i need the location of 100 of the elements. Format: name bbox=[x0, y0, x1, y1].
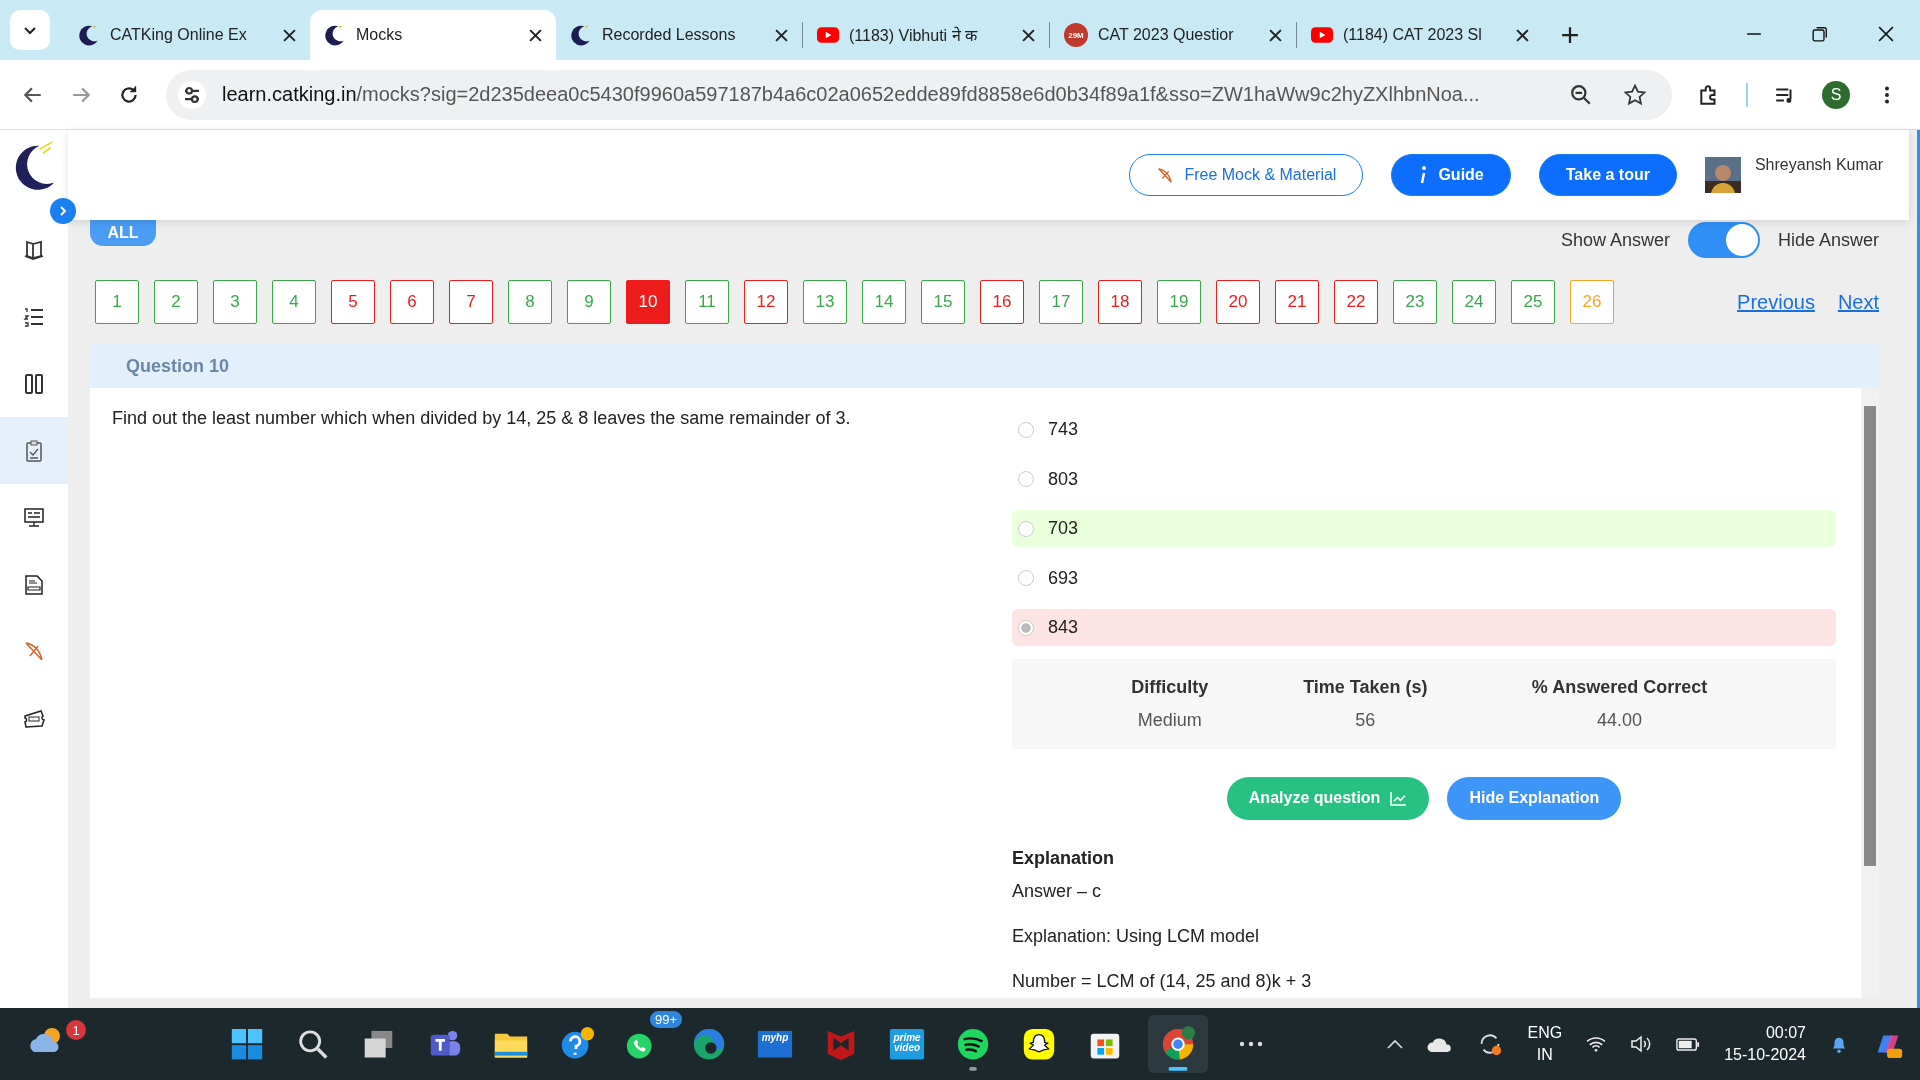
stat-label: % Answered Correct bbox=[1531, 676, 1708, 698]
answer-toggle[interactable] bbox=[1687, 222, 1760, 258]
notification-badge: 99+ bbox=[649, 1011, 682, 1028]
answer-option[interactable]: 803 bbox=[1012, 460, 1836, 498]
zoom-icon[interactable] bbox=[1570, 83, 1592, 106]
stat-label: Difficulty bbox=[1131, 676, 1209, 698]
radio-button[interactable] bbox=[1018, 619, 1034, 636]
question-number[interactable]: 20 bbox=[1216, 280, 1260, 324]
close-icon[interactable] bbox=[283, 28, 296, 42]
question-number[interactable]: 21 bbox=[1275, 280, 1319, 324]
more-icon[interactable] bbox=[1238, 1040, 1264, 1048]
bow-icon bbox=[1156, 166, 1175, 184]
address-field[interactable]: learn.catking.in/mocks?sig=2d235deea0c5430f9960a597187b4a6c02a0652edde89fd8858e6d0b34f89a1f&sso=ZW1haWw9c2hyZXlhbnNoa... bbox=[166, 69, 1672, 120]
filter-pill[interactable]: ALL bbox=[90, 220, 156, 246]
question-number[interactable]: 8 bbox=[508, 280, 552, 324]
answer-option[interactable]: 693 bbox=[1012, 559, 1836, 597]
columns-icon bbox=[22, 371, 46, 396]
app-logo-text: prime video bbox=[892, 1033, 922, 1053]
answer-option[interactable]: 843 bbox=[1012, 609, 1836, 646]
question-number[interactable]: 19 bbox=[1157, 280, 1201, 324]
question-number[interactable]: 7 bbox=[449, 280, 493, 324]
header-button[interactable]: Take a tour bbox=[1538, 154, 1677, 196]
toggle-label: Show Answer bbox=[1560, 229, 1670, 251]
header-button[interactable]: Free Mock & Material bbox=[1129, 154, 1364, 196]
explanation-text: Number = LCM of (14, 25 and 8)k + 3 bbox=[1012, 969, 1313, 993]
radio-button[interactable] bbox=[1018, 520, 1034, 537]
explanation-text: Explanation: Using LCM model bbox=[1012, 924, 1261, 948]
radio-button[interactable] bbox=[1018, 471, 1034, 487]
browser-tab[interactable]: Mocks bbox=[310, 10, 556, 60]
url-text: learn.catking.in/mocks?sig=2d235deea0c5430f9960a597187b4a6c02a0652edde89fd8858e6d0b34f89a1f&sso=ZW1haWw9c2hyZXlhbnNoa... bbox=[222, 83, 1481, 106]
question-number[interactable]: 9 bbox=[567, 280, 611, 324]
question-number[interactable]: 1 bbox=[95, 280, 139, 324]
browser-tab[interactable]: (1184) CAT 2023 Sl bbox=[1297, 10, 1543, 60]
tab-title: (1184) CAT 2023 Sl bbox=[1343, 26, 1483, 44]
browser-tab[interactable]: Recorded Lessons bbox=[556, 10, 802, 60]
header-button[interactable]: Guide bbox=[1391, 154, 1511, 196]
close-icon[interactable] bbox=[529, 28, 542, 42]
question-number[interactable]: 5 bbox=[331, 280, 375, 324]
question-number[interactable]: 22 bbox=[1334, 280, 1378, 324]
question-text: Find out the least number which when divided by 14, 25 & 8 leaves the same remainder of 3. bbox=[112, 408, 852, 429]
hide-explanation-button[interactable]: Hide Explanation bbox=[1447, 776, 1622, 820]
question-number[interactable]: 6 bbox=[390, 280, 434, 324]
info-icon bbox=[1418, 165, 1429, 185]
question-number[interactable]: 4 bbox=[272, 280, 316, 324]
answer-option[interactable]: 703 bbox=[1012, 510, 1836, 547]
user-avatar bbox=[1704, 157, 1741, 193]
question-number[interactable]: 15 bbox=[921, 280, 965, 324]
radio-button[interactable] bbox=[1018, 421, 1034, 438]
close-icon[interactable] bbox=[1269, 28, 1282, 42]
close-icon[interactable] bbox=[775, 28, 788, 42]
question-number[interactable]: 14 bbox=[862, 280, 906, 324]
tab-title: Mocks bbox=[356, 26, 404, 44]
question-number[interactable]: 13 bbox=[803, 280, 847, 324]
question-number[interactable]: 23 bbox=[1393, 280, 1437, 324]
question-number[interactable]: 12 bbox=[744, 280, 788, 324]
radio-button[interactable] bbox=[1018, 570, 1034, 586]
question-number[interactable]: 3 bbox=[213, 280, 257, 324]
browser-tab[interactable]: (1183) Vibhuti ने क bbox=[803, 10, 1049, 60]
question-number[interactable]: 11 bbox=[685, 280, 729, 324]
question-number[interactable]: 10 bbox=[626, 280, 670, 324]
restore-icon[interactable] bbox=[1812, 26, 1828, 42]
answer-option[interactable]: 743 bbox=[1012, 411, 1836, 448]
explanation-heading: Explanation bbox=[1012, 847, 1115, 869]
browser-tab[interactable]: CATKing Online Ex bbox=[64, 10, 310, 60]
question-number[interactable]: 17 bbox=[1039, 280, 1083, 324]
tab-title: CATKing Online Ex bbox=[110, 26, 248, 44]
analyze-button[interactable]: Analyze question bbox=[1226, 776, 1430, 820]
close-icon[interactable] bbox=[1878, 26, 1894, 42]
close-icon[interactable] bbox=[1022, 28, 1035, 42]
crescent-icon bbox=[570, 24, 592, 46]
site-settings-icon[interactable] bbox=[178, 80, 206, 109]
play-icon bbox=[817, 24, 839, 46]
question-number[interactable]: 24 bbox=[1452, 280, 1496, 324]
tab-title: (1183) Vibhuti ने क bbox=[849, 25, 979, 46]
speaker-icon[interactable] bbox=[1630, 1035, 1653, 1053]
clock[interactable]: 00:07 15-10-2024 bbox=[1724, 1022, 1806, 1066]
next-link[interactable]: Next bbox=[1837, 290, 1879, 314]
expand-sidebar-button[interactable] bbox=[50, 198, 76, 224]
browser-tab[interactable]: 29M CAT 2023 Questior bbox=[1050, 10, 1296, 60]
bookmark-star-icon[interactable] bbox=[1624, 83, 1646, 106]
wifi-icon[interactable] bbox=[1586, 1036, 1607, 1052]
question-number[interactable]: 16 bbox=[980, 280, 1024, 324]
question-number[interactable]: 18 bbox=[1098, 280, 1142, 324]
chevron-up-icon[interactable] bbox=[1387, 1039, 1404, 1049]
language-indicator[interactable]: ENG IN bbox=[1527, 1022, 1563, 1066]
tab-title: Recorded Lessons bbox=[602, 26, 737, 44]
channel-icon: 29M bbox=[1064, 23, 1088, 47]
battery-icon[interactable] bbox=[1676, 1037, 1701, 1051]
close-icon[interactable] bbox=[1516, 28, 1529, 42]
tab-title: CAT 2023 Questior bbox=[1098, 26, 1235, 44]
reload-icon[interactable] bbox=[118, 83, 140, 106]
explanation-text: Answer – c bbox=[1012, 879, 1103, 903]
scrollbar[interactable] bbox=[1861, 388, 1879, 998]
notification-badge: 1 bbox=[66, 1020, 86, 1040]
new-tab-icon[interactable] bbox=[1561, 26, 1579, 44]
profile-avatar[interactable]: S bbox=[1822, 80, 1850, 109]
question-number[interactable]: 25 bbox=[1511, 280, 1555, 324]
previous-link[interactable]: Previous bbox=[1737, 290, 1815, 314]
crescent-icon bbox=[324, 24, 346, 46]
question-number[interactable]: 2 bbox=[154, 280, 198, 324]
